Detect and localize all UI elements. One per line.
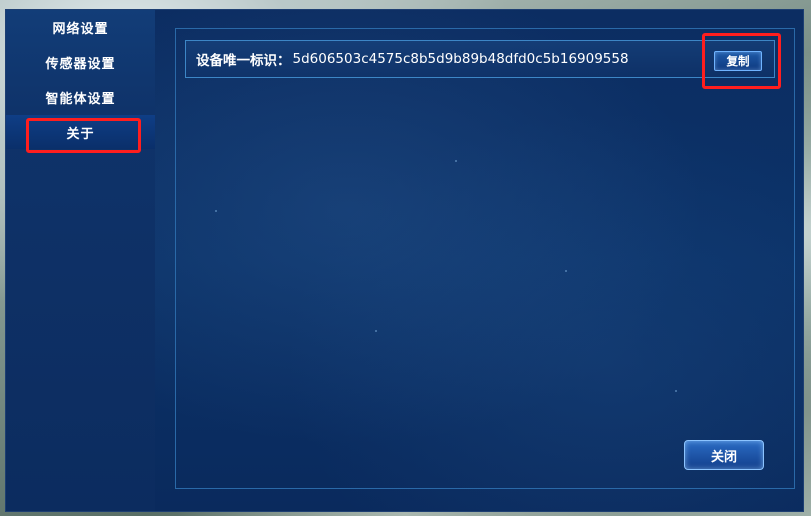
close-button[interactable]: 关闭	[684, 440, 764, 470]
sidebar-item-label: 网络设置	[52, 21, 109, 37]
sidebar-item-label: 关于	[66, 126, 95, 142]
sidebar: 网络设置 传感器设置 智能体设置 关于	[6, 10, 155, 511]
sidebar-item-label: 传感器设置	[45, 56, 116, 72]
sidebar-item-network[interactable]: 网络设置	[6, 10, 155, 44]
device-id-value[interactable]: 5d606503c4575c8b5d9b89b48dfd0c5b16909558	[293, 51, 629, 67]
content-panel: 设备唯一标识： 5d606503c4575c8b5d9b89b48dfd0c5b…	[155, 10, 803, 511]
content-frame	[175, 28, 795, 489]
sidebar-item-label: 智能体设置	[45, 91, 116, 107]
copy-button[interactable]: 复制	[714, 51, 762, 71]
sidebar-item-about[interactable]: 关于	[6, 115, 155, 149]
device-id-label: 设备唯一标识：	[196, 53, 291, 69]
device-id-row: 设备唯一标识： 5d606503c4575c8b5d9b89b48dfd0c5b…	[185, 40, 775, 78]
settings-dialog: 网络设置 传感器设置 智能体设置 关于 设备唯一标识： 5d606503c457…	[6, 10, 803, 511]
sidebar-item-agent[interactable]: 智能体设置	[6, 80, 155, 114]
sidebar-item-sensor[interactable]: 传感器设置	[6, 45, 155, 79]
